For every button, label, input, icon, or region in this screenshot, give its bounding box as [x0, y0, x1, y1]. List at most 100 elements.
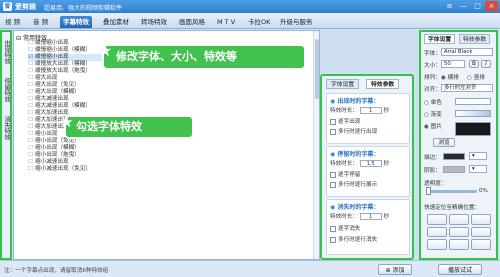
- size-input[interactable]: 50: [441, 60, 465, 68]
- preview-button[interactable]: 播放试试: [438, 264, 482, 275]
- app-slogan: 超易用、强大的视频剪辑软件: [44, 5, 123, 12]
- stroke-color-swatch[interactable]: [443, 153, 465, 160]
- list-item[interactable]: 缩小出现: [28, 131, 57, 138]
- checkbox[interactable]: [330, 181, 336, 188]
- tab-subtitle-effects[interactable]: 字幕特效: [60, 16, 92, 28]
- callout-text: 勾选字体特效: [76, 120, 142, 133]
- list-scrollbar[interactable]: [313, 31, 319, 259]
- size-label: 大小：: [424, 63, 441, 69]
- list-item[interactable]: 缩大出现（免见）: [28, 82, 80, 89]
- align-vertical-radio[interactable]: ○ 竖排: [467, 73, 485, 81]
- list-item[interactable]: 缩小出现（免见）: [28, 138, 80, 145]
- add-button[interactable]: ⊕ 添加: [378, 264, 412, 275]
- browse-button[interactable]: 浏览: [433, 138, 455, 147]
- list-item[interactable]: 缩大减速出现: [28, 96, 69, 103]
- callout-text: 修改字体、大小、特效等: [116, 50, 237, 63]
- position-center[interactable]: [449, 226, 469, 238]
- list-item[interactable]: 缩小减速出现（免见）: [28, 166, 91, 173]
- color-swatch[interactable]: [455, 98, 491, 105]
- bold-button[interactable]: B: [469, 60, 479, 68]
- status-tip: 注：一个字幕点出现，请留取消6种特效组: [4, 268, 109, 274]
- tab-karaoke[interactable]: 卡拉OK: [245, 16, 273, 28]
- disappear-option-2[interactable]: 多行时逐行消失: [330, 235, 377, 243]
- list-item[interactable]: 缩小减速出现: [28, 159, 69, 166]
- stay-option-2[interactable]: 多行时逐行展示: [330, 180, 377, 188]
- list-item[interactable]: 缓慢放大出现（拖曳）: [28, 68, 91, 75]
- tab-mtv[interactable]: M T V: [214, 16, 238, 28]
- position-bottom-center[interactable]: [449, 239, 469, 250]
- quick-position-label: 快速定位至精确位置：: [424, 205, 480, 211]
- checkbox[interactable]: [330, 171, 336, 178]
- position-top-left[interactable]: [427, 214, 447, 225]
- list-item[interactable]: 缓慢缩小出现（模糊）: [28, 47, 91, 54]
- position-top-right[interactable]: [471, 214, 491, 225]
- list-item-selected[interactable]: 缓慢缩小出现: [28, 54, 108, 61]
- justify-select[interactable]: 多行时左对齐: [441, 84, 493, 92]
- position-bottom-right[interactable]: [471, 239, 491, 250]
- vtab-appear[interactable]: 出现特效: [2, 40, 10, 64]
- align-label: 排列：: [424, 75, 441, 81]
- tab-font-settings[interactable]: 字体设置: [326, 79, 360, 89]
- opacity-slider-thumb[interactable]: [426, 187, 431, 195]
- callout-modify-font: ★ 修改字体、大小、特效等: [98, 41, 304, 68]
- shadow-label: 阴影：: [424, 168, 441, 174]
- stay-duration-input[interactable]: 1.5: [359, 160, 382, 167]
- tab-picture-style[interactable]: 画面风格: [176, 16, 208, 28]
- stroke-width-select[interactable]: ▾: [469, 152, 487, 160]
- close-icon[interactable]: ×: [485, 1, 498, 11]
- tab-transition[interactable]: 转场特效: [138, 16, 170, 28]
- stay-title: ◉ 停留时的字幕：: [330, 151, 380, 158]
- window-controls: ≡ — □ ×: [443, 1, 498, 11]
- effect-category-tabs: 出现特效 停留特效 消失特效: [0, 30, 12, 260]
- image-radio[interactable]: ◉ 图片: [424, 122, 442, 130]
- color-radio[interactable]: ○ 单色: [424, 98, 442, 106]
- opacity-slider[interactable]: [427, 190, 477, 193]
- gradient-radio[interactable]: ○ 渐变: [424, 110, 442, 118]
- list-item[interactable]: 缩大出现: [28, 75, 57, 82]
- vtab-stay[interactable]: 停留特效: [2, 78, 10, 102]
- minimize-icon[interactable]: —: [457, 1, 470, 11]
- position-top-center[interactable]: [449, 214, 469, 225]
- list-item[interactable]: 缩小出现（拖曳）: [28, 152, 80, 159]
- list-item[interactable]: 缓慢缩小出现: [28, 40, 69, 47]
- tab-audio[interactable]: 音 频: [30, 16, 51, 28]
- list-item[interactable]: 缓慢放大出现（模糊）: [28, 61, 91, 68]
- align-horizontal-radio[interactable]: ◉ 横排: [441, 73, 459, 81]
- appear-option-1[interactable]: 逐字出现: [330, 117, 360, 125]
- shadow-color-swatch[interactable]: [443, 166, 465, 173]
- tab-font-settings[interactable]: 字体设置: [424, 34, 456, 44]
- app-name: 爱剪辑: [15, 3, 36, 11]
- list-item[interactable]: 缩大出现（模糊）: [28, 89, 80, 96]
- checkbox[interactable]: [330, 118, 336, 125]
- italic-button[interactable]: I: [481, 60, 491, 68]
- position-middle-left[interactable]: [427, 226, 447, 238]
- tab-effect-params[interactable]: 特效参数: [459, 34, 491, 44]
- shadow-size-select[interactable]: ▾: [469, 165, 487, 173]
- checkbox[interactable]: [330, 236, 336, 243]
- checkbox[interactable]: [330, 225, 336, 232]
- font-label: 字体：: [424, 51, 441, 57]
- vtab-disappear[interactable]: 消失特效: [2, 116, 10, 140]
- image-preview: [455, 122, 491, 136]
- list-item[interactable]: 缩大减速出现（模糊）: [28, 103, 91, 110]
- disappear-duration-input[interactable]: 1: [359, 213, 382, 220]
- position-bottom-left[interactable]: [427, 239, 447, 250]
- scrollbar-thumb[interactable]: [315, 39, 319, 99]
- maximize-icon[interactable]: □: [471, 1, 484, 11]
- tab-effect-params[interactable]: 特效参数: [366, 79, 400, 89]
- tab-video[interactable]: 视 频: [2, 16, 23, 28]
- menu-icon[interactable]: ≡: [443, 1, 456, 11]
- appear-duration-input[interactable]: 1: [359, 107, 382, 114]
- gradient-swatch[interactable]: [455, 110, 491, 117]
- disappear-option-1[interactable]: 逐字消失: [330, 224, 360, 232]
- disappear-section: ◉ 消失时的字幕： 特效时长： 1 秒 逐字消失 多行时逐行消失: [326, 199, 410, 255]
- list-item[interactable]: 缩小出现（模糊）: [28, 145, 80, 152]
- tab-overlay[interactable]: 叠加素材: [100, 16, 132, 28]
- stay-duration-row: 特效时长： 1.5 秒: [330, 160, 390, 167]
- checkbox[interactable]: [330, 128, 336, 135]
- position-middle-right[interactable]: [471, 226, 491, 238]
- tab-upgrade[interactable]: 升级与服务: [277, 16, 316, 28]
- stay-option-1[interactable]: 逐字停留: [330, 170, 360, 178]
- appear-option-2[interactable]: 多行时逐行出现: [330, 127, 377, 135]
- font-select[interactable]: Arial Black: [441, 48, 493, 56]
